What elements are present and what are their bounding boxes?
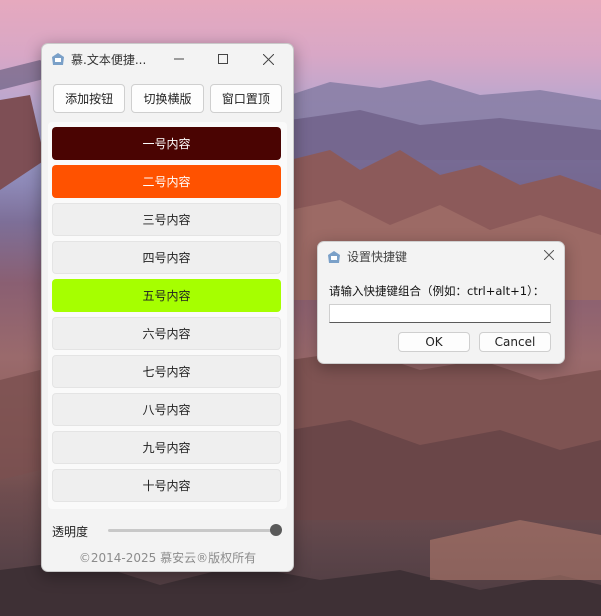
ok-button[interactable]: OK <box>398 332 470 352</box>
minimize-button[interactable] <box>156 44 202 74</box>
copyright-footer: ©2014-2025 慕安云®版权所有 <box>78 551 257 565</box>
window-title: 慕.文本便捷... <box>71 52 147 67</box>
switch-layout-button[interactable]: 切换横版 <box>131 84 204 113</box>
minimize-icon <box>174 58 184 60</box>
content-item-1[interactable]: 一号内容 <box>52 127 281 160</box>
opacity-row: 透明度 <box>42 517 293 541</box>
maximize-icon <box>218 54 228 64</box>
main-window: 慕.文本便捷... 添加按钮 切换横版 窗口置顶 一号内容 二号内容 三号内容 … <box>41 43 294 572</box>
content-item-5[interactable]: 五号内容 <box>52 279 281 312</box>
content-list: 一号内容 二号内容 三号内容 四号内容 五号内容 六号内容 七号内容 八号内容 … <box>48 122 287 509</box>
content-item-3[interactable]: 三号内容 <box>52 203 281 236</box>
content-item-8[interactable]: 八号内容 <box>52 393 281 426</box>
close-button[interactable] <box>245 44 291 74</box>
content-item-2[interactable]: 二号内容 <box>52 165 281 198</box>
close-icon <box>544 250 554 260</box>
title-bar: 慕.文本便捷... <box>42 44 293 74</box>
shortcut-prompt: 请输入快捷键组合（例如：ctrl+alt+1）： <box>329 284 545 298</box>
add-button[interactable]: 添加按钮 <box>53 84 126 113</box>
opacity-slider-thumb[interactable] <box>270 524 282 536</box>
content-item-6[interactable]: 六号内容 <box>52 317 281 350</box>
content-item-7[interactable]: 七号内容 <box>52 355 281 388</box>
content-item-10[interactable]: 十号内容 <box>52 469 281 502</box>
app-icon <box>328 251 340 263</box>
content-item-4[interactable]: 四号内容 <box>52 241 281 274</box>
cancel-button[interactable]: Cancel <box>479 332 551 352</box>
shortcut-input[interactable] <box>329 304 551 323</box>
dialog-title: 设置快捷键 <box>347 250 408 264</box>
dialog-close-button[interactable] <box>540 246 558 264</box>
content-item-9[interactable]: 九号内容 <box>52 431 281 464</box>
opacity-slider-track[interactable] <box>108 529 276 532</box>
opacity-label: 透明度 <box>52 525 89 539</box>
pin-top-button[interactable]: 窗口置顶 <box>209 84 282 113</box>
toolbar: 添加按钮 切换横版 窗口置顶 <box>42 74 293 113</box>
shortcut-dialog: 设置快捷键 请输入快捷键组合（例如：ctrl+alt+1）： OK Cancel <box>317 241 565 364</box>
maximize-button[interactable] <box>200 44 246 74</box>
close-icon <box>262 53 274 65</box>
app-icon <box>52 53 64 65</box>
